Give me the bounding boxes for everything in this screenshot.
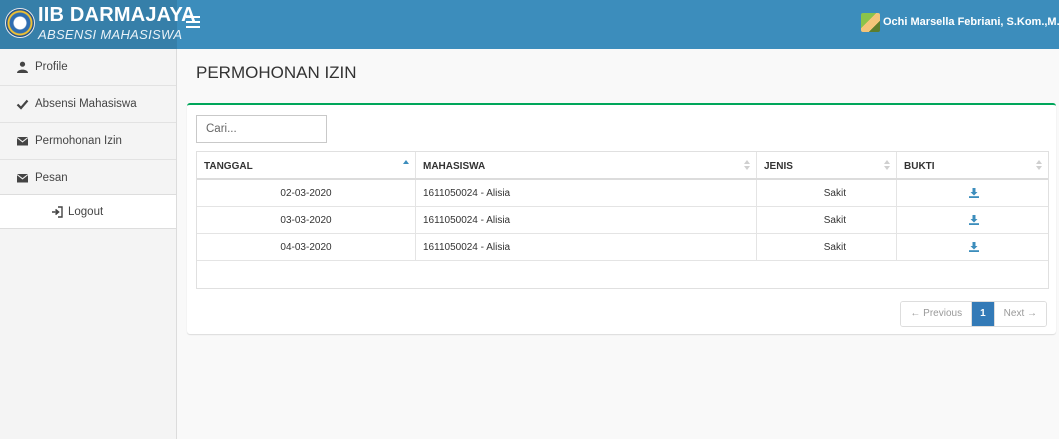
hamburger-menu-icon[interactable]	[186, 16, 200, 28]
sidebar-item-label: Absensi Mahasiswa	[35, 98, 137, 110]
cell-tanggal: 04-03-2020	[280, 242, 332, 253]
download-icon[interactable]	[969, 188, 979, 198]
cell-tanggal: 03-03-2020	[280, 215, 332, 226]
logout-label: Logout	[68, 206, 104, 218]
sidebar-item-label: Permohonan Izin	[35, 135, 122, 147]
sort-icon	[1036, 160, 1042, 171]
top-navbar: IIB DARMAJAYA ABSENSI MAHASISWA Ochi Mar…	[0, 0, 1059, 49]
university-logo-icon	[5, 8, 35, 38]
sort-ascending-icon	[403, 160, 409, 171]
data-table: TANGGAL MAHASISWA JENIS BUKTI 02-03-2020…	[196, 151, 1049, 289]
search-input[interactable]	[196, 115, 327, 143]
sort-icon	[884, 160, 890, 171]
sidebar-item-permohonan-izin[interactable]: Permohonan Izin	[0, 123, 176, 160]
previous-page-button[interactable]: ← Previous	[901, 302, 973, 326]
cell-mahasiswa: 1611050024 - Alisia	[423, 215, 511, 226]
content-box: TANGGAL MAHASISWA JENIS BUKTI 02-03-2020…	[187, 103, 1056, 334]
table-row: 04-03-2020 1611050024 - Alisia Sakit	[197, 234, 1048, 261]
envelope-icon	[16, 174, 29, 183]
column-header-jenis[interactable]: JENIS	[757, 152, 897, 178]
brand-subtitle: ABSENSI MAHASISWA	[38, 27, 183, 42]
sidebar-item-label: Pesan	[35, 172, 68, 184]
table-row: 02-03-2020 1611050024 - Alisia Sakit	[197, 180, 1048, 207]
sidebar: Profile Absensi Mahasiswa Permohonan Izi…	[0, 49, 177, 439]
user-icon	[17, 61, 28, 73]
next-page-button[interactable]: Next →	[994, 302, 1046, 326]
sidebar-item-pesan[interactable]: Pesan	[0, 160, 176, 197]
cell-mahasiswa: 1611050024 - Alisia	[423, 188, 511, 199]
cell-jenis: Sakit	[823, 242, 846, 253]
sidebar-item-profile[interactable]: Profile	[0, 49, 176, 86]
table-header-row: TANGGAL MAHASISWA JENIS BUKTI	[197, 152, 1048, 180]
sort-icon	[744, 160, 750, 171]
check-icon	[16, 99, 29, 110]
download-icon[interactable]	[969, 242, 979, 252]
download-icon[interactable]	[969, 215, 979, 225]
user-avatar[interactable]	[861, 13, 880, 32]
user-name-link[interactable]: Ochi Marsella Febriani, S.Kom.,M.T.I	[883, 16, 1059, 28]
brand-logo-area[interactable]: IIB DARMAJAYA ABSENSI MAHASISWA	[0, 0, 196, 49]
column-header-bukti[interactable]: BUKTI	[897, 152, 1048, 178]
page-title: PERMOHONAN IZIN	[196, 63, 357, 82]
sign-out-icon	[52, 206, 63, 218]
brand-title: IIB DARMAJAYA	[38, 4, 196, 26]
sidebar-item-label: Profile	[35, 61, 68, 73]
cell-mahasiswa: 1611050024 - Alisia	[423, 242, 511, 253]
table-row: 03-03-2020 1611050024 - Alisia Sakit	[197, 207, 1048, 234]
column-header-mahasiswa[interactable]: MAHASISWA	[416, 152, 757, 178]
cell-jenis: Sakit	[823, 188, 846, 199]
logout-button[interactable]: Logout	[0, 194, 176, 229]
column-header-tanggal[interactable]: TANGGAL	[197, 152, 416, 178]
cell-tanggal: 02-03-2020	[280, 188, 332, 199]
pagination: ← Previous 1 Next →	[900, 301, 1047, 327]
page-1-button[interactable]: 1	[972, 302, 995, 326]
sidebar-item-absensi-mahasiswa[interactable]: Absensi Mahasiswa	[0, 86, 176, 123]
envelope-icon	[16, 137, 29, 146]
cell-jenis: Sakit	[823, 215, 846, 226]
